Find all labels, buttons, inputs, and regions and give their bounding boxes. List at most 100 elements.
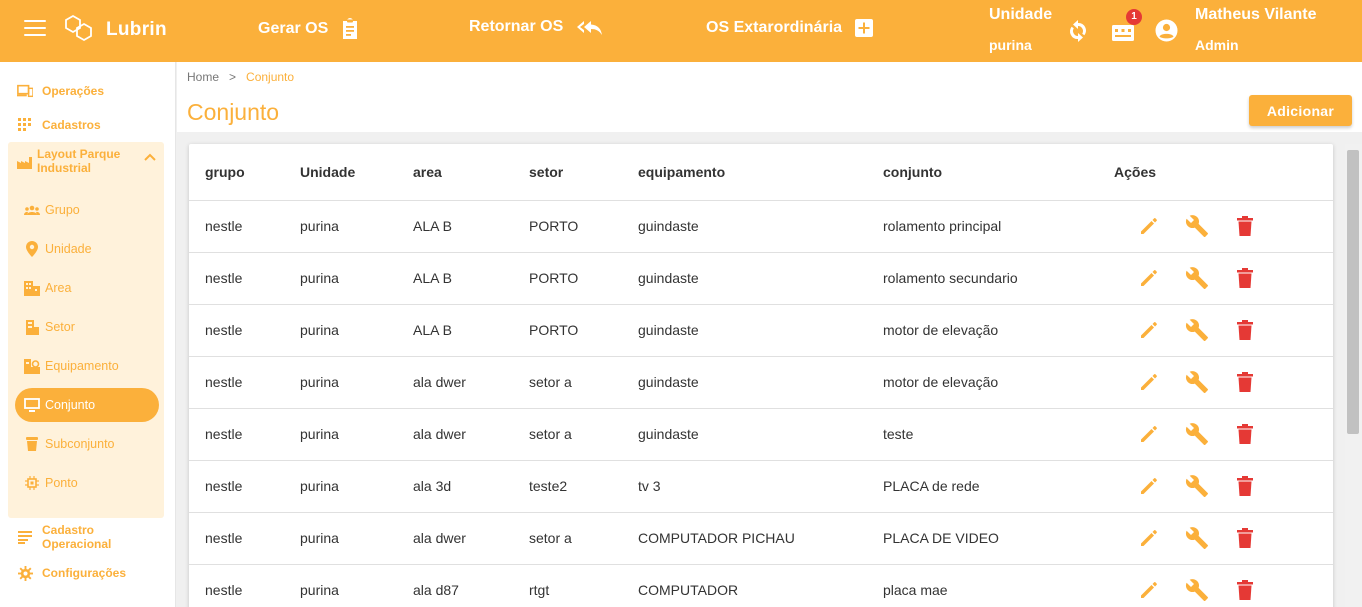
wrench-icon[interactable] [1173, 367, 1221, 397]
wrench-icon[interactable] [1173, 211, 1221, 241]
os-extraordinaria-button[interactable]: OS Extarordinária [706, 18, 874, 38]
column-header-unidade: Unidade [300, 144, 413, 201]
column-header-grupo: grupo [189, 144, 300, 201]
table-header-row: grupo Unidade area setor equipamento con… [189, 144, 1333, 201]
edit-icon[interactable] [1125, 315, 1173, 345]
cell-area: ala dwer [413, 356, 529, 409]
cell-equipamento: guindaste [638, 252, 883, 305]
column-header-acoes: Ações [1114, 144, 1333, 201]
column-header-equipamento: equipamento [638, 144, 883, 201]
cell-conjunto: teste [883, 408, 1114, 461]
wrench-icon[interactable] [1173, 263, 1221, 293]
edit-icon[interactable] [1125, 523, 1173, 553]
row-actions [1114, 523, 1333, 553]
cell-acoes [1114, 512, 1333, 565]
cell-acoes [1114, 200, 1333, 253]
unit-label: Unidade [989, 6, 1053, 23]
delete-icon[interactable] [1221, 263, 1269, 293]
edit-icon[interactable] [1125, 367, 1173, 397]
table-row: nestle purina ALA B PORTO guindaste rolamento… [189, 200, 1333, 253]
table-row: nestle purina ala d87 rtgt COMPUTADOR placa m… [189, 564, 1333, 607]
wrench-icon[interactable] [1173, 575, 1221, 605]
edit-icon[interactable] [1125, 211, 1173, 241]
sidebar-item-unidade[interactable]: Unidade [24, 241, 92, 257]
gerar-os-button[interactable]: Gerar OS [258, 18, 360, 40]
add-button[interactable]: Adicionar [1249, 95, 1352, 126]
cell-setor: PORTO [529, 304, 638, 357]
reply-all-icon [577, 21, 603, 35]
wrench-icon[interactable] [1173, 315, 1221, 345]
delete-icon[interactable] [1221, 367, 1269, 397]
sidebar-item-label: Subconjunto [45, 437, 115, 451]
conjunto-table-card: grupo Unidade area setor equipamento con… [189, 144, 1333, 607]
delete-icon[interactable] [1221, 471, 1269, 501]
cell-setor: PORTO [529, 200, 638, 253]
unit-value: purina [989, 37, 1032, 53]
scrollbar-thumb[interactable] [1347, 150, 1359, 434]
cell-setor: setor a [529, 356, 638, 409]
page-title: Conjunto [187, 99, 280, 125]
location-pin-icon [24, 241, 40, 257]
row-actions [1114, 367, 1333, 397]
sidebar-item-grupo[interactable]: Grupo [24, 202, 80, 218]
sidebar-item-setor[interactable]: Setor [24, 319, 75, 335]
sidebar-item-cadastros[interactable]: Cadastros [17, 117, 101, 133]
delete-icon[interactable] [1221, 419, 1269, 449]
add-box-icon [855, 19, 874, 37]
sidebar-item-conjunto[interactable]: Conjunto [15, 388, 159, 422]
cell-conjunto: rolamento principal [883, 200, 1114, 253]
cell-area: ala dwer [413, 512, 529, 565]
sidebar-item-operacoes[interactable]: Operações [17, 83, 104, 99]
table-row: nestle purina ala dwer setor a guindaste test… [189, 408, 1333, 461]
delete-icon[interactable] [1221, 211, 1269, 241]
account-circle-icon[interactable] [1155, 19, 1178, 42]
edit-icon[interactable] [1125, 575, 1173, 605]
retornar-os-button[interactable]: Retornar OS [469, 18, 603, 36]
sidebar-item-cadastro-operacional[interactable]: Cadastro Operacional [17, 523, 127, 551]
breadcrumb-current: Conjunto [246, 70, 295, 84]
buildings-icon [24, 280, 40, 296]
user-name: Matheus Vilante [1195, 6, 1317, 23]
sync-icon[interactable] [1067, 19, 1089, 43]
edit-icon[interactable] [1125, 471, 1173, 501]
gerar-os-label: Gerar OS [258, 20, 329, 37]
cell-equipamento: COMPUTADOR [638, 564, 883, 607]
edit-icon[interactable] [1125, 419, 1173, 449]
cell-unidade: purina [300, 252, 413, 305]
sidebar-item-label: Unidade [45, 242, 92, 256]
sidebar-item-label: Ponto [45, 476, 78, 490]
sidebar-item-label: Setor [45, 320, 75, 334]
hamburger-menu-icon[interactable] [24, 20, 46, 40]
column-header-area: area [413, 144, 529, 201]
sidebar-item-label: Area [45, 281, 72, 295]
delete-icon[interactable] [1221, 315, 1269, 345]
sidebar-item-configuracoes[interactable]: Configurações [17, 565, 126, 581]
cell-equipamento: guindaste [638, 408, 883, 461]
cell-acoes [1114, 356, 1333, 409]
sidebar-item-ponto[interactable]: Ponto [24, 475, 78, 491]
cell-conjunto: motor de elevação [883, 304, 1114, 357]
row-actions [1114, 315, 1333, 345]
sidebar-item-subconjunto[interactable]: Subconjunto [24, 436, 115, 452]
sidebar-item-area[interactable]: Area [24, 280, 71, 296]
cell-conjunto: rolamento secundario [883, 252, 1114, 305]
cell-acoes [1114, 304, 1333, 357]
sidebar-item-equipamento[interactable]: Equipamento [24, 358, 119, 374]
cell-setor: PORTO [529, 252, 638, 305]
wrench-icon[interactable] [1173, 523, 1221, 553]
breadcrumb-home[interactable]: Home [187, 70, 219, 84]
delete-icon[interactable] [1221, 523, 1269, 553]
delete-icon[interactable] [1221, 575, 1269, 605]
layout-parque-toggle[interactable]: Layout Parque Industrial [8, 147, 164, 179]
sidebar-item-label: Cadastro Operacional [42, 523, 112, 551]
user-role: Admin [1195, 37, 1239, 53]
cell-acoes [1114, 408, 1333, 461]
edit-icon[interactable] [1125, 263, 1173, 293]
wrench-icon[interactable] [1173, 471, 1221, 501]
cell-unidade: purina [300, 460, 413, 513]
cell-area: ALA B [413, 252, 529, 305]
brand-name: Lubrin [106, 19, 167, 40]
sidebar-item-label: Cadastros [42, 118, 101, 132]
wrench-icon[interactable] [1173, 419, 1221, 449]
sidebar-item-label: Conjunto [45, 398, 96, 412]
